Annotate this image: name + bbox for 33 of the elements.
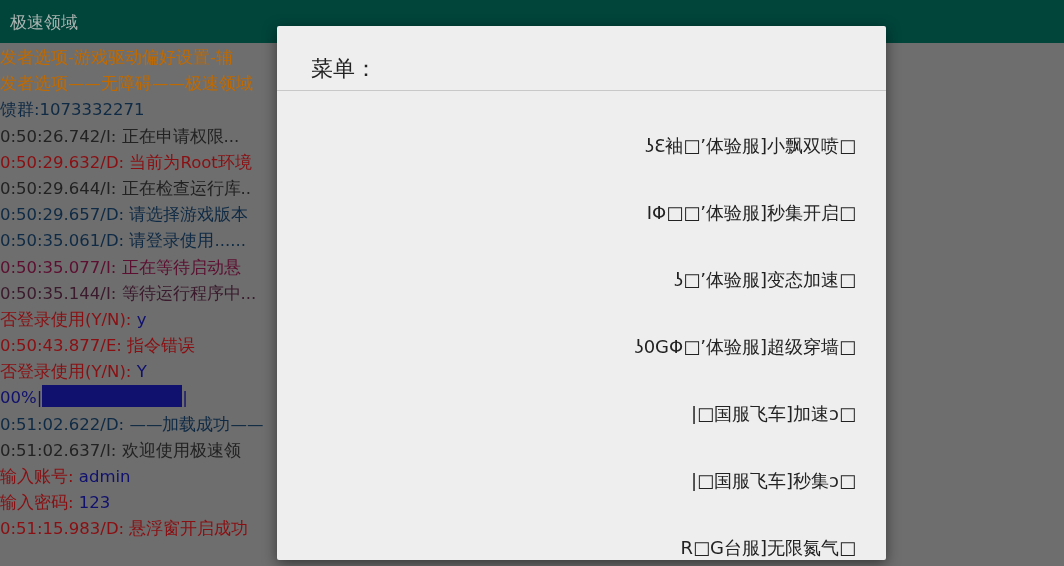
log-line: 0:51:02.637/I: 欢迎使用极速领 (0, 440, 241, 460)
log-line: 输入账号: (0, 467, 75, 486)
app-title: 极速领域 (10, 10, 78, 33)
menu-item[interactable]: IΦ□□’体验服]秒集开启□ (646, 201, 856, 225)
log-line: 0:51:15.983/D: 悬浮窗开启成功 (0, 519, 249, 539)
log-line: 0:50:35.061/D: 请登录使用...... (0, 231, 246, 251)
log-line: 0:51:02.622/D: ——加载成功—— (0, 414, 264, 434)
log-line: 0:50:43.877/E: 指令错误 (0, 336, 196, 356)
log-line: 否登录使用(Y/N): (0, 309, 133, 329)
menu-item[interactable]: ʖ□’体验服]变态加速□ (674, 268, 856, 292)
menu-item[interactable]: ʖƐ袖□’体验服]小飘双喷□ (645, 134, 856, 158)
log-line: 0:50:29.644/I: 正在检查运行库.. (0, 178, 252, 198)
menu-item[interactable]: |□国服飞车]秒集ɔ□ (691, 469, 856, 493)
log-line: 0:50:35.144/I: 等待运行程序中... (0, 283, 257, 303)
log-line: 0:50:29.657/D: 请选择游戏版本 (0, 205, 249, 225)
log-line: 输入密码: (0, 493, 75, 513)
typed-answer: 123 (78, 493, 111, 513)
progress-end: | (182, 388, 188, 408)
dialog-title: 菜单： (310, 55, 378, 83)
log-line: 0:50:26.742/I: 正在申请权限... (0, 126, 240, 146)
log-line: 发者选项-游戏驱动偏好设置-辅 (0, 48, 233, 67)
log-line: 发者选项——无障碍——极速领域 (0, 74, 253, 94)
typed-answer: y (136, 309, 147, 329)
menu-item[interactable]: ʖ0GΦ□’体验服]超级穿墙□ (634, 335, 856, 359)
progress-percent: 00%| (0, 388, 43, 408)
typed-answer: Y (136, 362, 147, 382)
log-line: 否登录使用(Y/N): (0, 362, 133, 382)
menu-item[interactable]: |□国服飞车]加速ɔ□ (691, 402, 856, 426)
typed-answer: admin (78, 467, 131, 486)
log-line: 馈群:1073332271 (0, 100, 145, 120)
menu-item[interactable]: R□G台服]无限氮气□ (680, 536, 856, 560)
log-line: 0:50:29.632/D: 当前为Root环境 (0, 152, 252, 172)
log-line: 0:50:35.077/I: 正在等待启动悬 (0, 257, 241, 277)
